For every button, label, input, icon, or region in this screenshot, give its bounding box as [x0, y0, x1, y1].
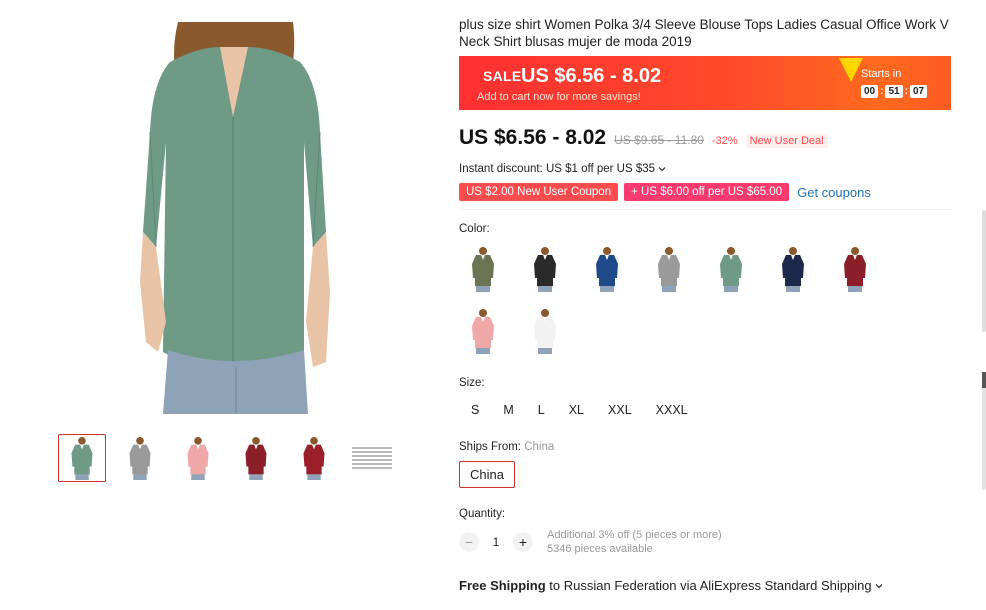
thumbnail-size-chart[interactable]: [348, 434, 396, 482]
thumbnail-image: [303, 436, 325, 480]
sale-flag-icon: [839, 58, 863, 82]
instant-discount-text: Instant discount: US $1 off per US $35: [459, 163, 656, 175]
countdown-minutes: 51: [885, 85, 903, 98]
color-swatch-sage-green[interactable]: [707, 245, 755, 293]
quantity-minus-button[interactable]: −: [459, 532, 479, 552]
thumbnail-sage-green[interactable]: [58, 434, 106, 482]
divider: [459, 209, 951, 210]
ships-from-title: Ships From:: [459, 441, 521, 453]
stock-available-text: 5346 pieces available: [547, 543, 653, 555]
price-row: US $6.56 - 8.02 US $9.65 - 11.80 -32% Ne…: [459, 126, 951, 150]
side-panel-scrollbar[interactable]: [982, 210, 986, 332]
size-option-l[interactable]: L: [536, 401, 547, 419]
store-coupon[interactable]: + US $6.00 off per US $65.00: [624, 183, 790, 201]
swatch-image: [534, 309, 556, 354]
color-swatch-gray[interactable]: [645, 245, 693, 293]
size-option-xxl[interactable]: XXL: [606, 401, 634, 419]
countdown-hours: 00: [861, 85, 879, 98]
color-swatch-pink[interactable]: [459, 307, 507, 355]
size-option-s[interactable]: S: [469, 401, 481, 419]
color-swatch-black[interactable]: [521, 245, 569, 293]
coupon-row: US $2.00 New User Coupon + US $6.00 off …: [459, 183, 951, 201]
size-option-m[interactable]: M: [501, 401, 515, 419]
chevron-down-icon: [875, 584, 883, 589]
product-title: plus size shirt Women Polka 3/4 Sleeve B…: [459, 17, 949, 49]
quantity-value[interactable]: 1: [489, 535, 503, 549]
ships-from-label: Ships From: China: [459, 441, 951, 453]
quantity-plus-button[interactable]: +: [513, 532, 533, 552]
sale-banner: SALE US $6.56 - 8.02 Add to cart now for…: [459, 56, 951, 110]
swatch-image: [596, 247, 618, 292]
swatch-image: [782, 247, 804, 292]
color-swatch-white[interactable]: [521, 307, 569, 355]
shipping-info[interactable]: Free Shipping to Russian Federation via …: [459, 578, 951, 593]
thumbnail-pink[interactable]: [174, 434, 222, 482]
free-shipping-label: Free Shipping: [459, 578, 546, 593]
thumbnail-image: [129, 436, 151, 480]
color-swatch-royal-blue[interactable]: [583, 245, 631, 293]
sale-price: US $6.56 - 8.02: [521, 65, 662, 87]
estimated-delivery-row: [459, 599, 951, 609]
side-panel-scrollbar[interactable]: [982, 372, 986, 490]
color-label: Color:: [459, 223, 490, 235]
countdown-timer: 00 : 51 : 07: [861, 85, 928, 98]
thumbnail-strip: [58, 434, 396, 482]
sale-tag: SALE: [483, 68, 522, 84]
main-product-image[interactable]: [108, 22, 363, 414]
color-swatch-army-green[interactable]: [459, 245, 507, 293]
sale-subtitle: Add to cart now for more savings!: [477, 91, 641, 103]
starts-in-label: Starts in: [861, 68, 902, 80]
size-options: S M L XL XXL XXXL: [459, 401, 951, 419]
swatch-image: [472, 247, 494, 292]
swatch-image: [720, 247, 742, 292]
shipping-destination: to Russian Federation via AliExpress Sta…: [545, 578, 872, 593]
swatch-image: [658, 247, 680, 292]
swatch-image: [472, 309, 494, 354]
quantity-info: Additional 3% off (5 pieces or more) 534…: [547, 528, 722, 556]
ships-from-value: China: [524, 441, 555, 453]
quantity-stepper: − 1 + Additional 3% off (5 pieces or mor…: [459, 528, 951, 556]
thumbnail-wine-red[interactable]: [232, 434, 280, 482]
original-price: US $9.65 - 11.80: [614, 133, 704, 147]
thumbnail-image: [187, 436, 209, 480]
chevron-down-icon: [658, 167, 666, 172]
current-price: US $6.56 - 8.02: [459, 126, 607, 149]
color-swatches: [459, 245, 951, 355]
size-label: Size:: [459, 377, 485, 389]
thumbnail-gray[interactable]: [116, 434, 164, 482]
swatch-image: [534, 247, 556, 292]
size-option-xl[interactable]: XL: [567, 401, 586, 419]
size-option-xxxl[interactable]: XXXL: [654, 401, 690, 419]
thumbnail-image: [71, 436, 93, 480]
new-user-coupon[interactable]: US $2.00 New User Coupon: [459, 183, 619, 201]
thumbnail-red[interactable]: [290, 434, 338, 482]
discount-badge: -32%: [711, 135, 738, 147]
swatch-image: [844, 247, 866, 292]
color-swatch-wine-red[interactable]: [831, 245, 879, 293]
thumbnail-image: [245, 436, 267, 480]
get-coupons-link[interactable]: Get coupons: [797, 185, 871, 200]
bulk-offer-text: Additional 3% off (5 pieces or more): [547, 529, 722, 541]
color-swatch-navy[interactable]: [769, 245, 817, 293]
quantity-label: Quantity:: [459, 508, 506, 520]
instant-discount[interactable]: Instant discount: US $1 off per US $35: [459, 163, 951, 175]
countdown-seconds: 07: [909, 85, 928, 98]
new-user-deal-badge: New User Deal: [745, 134, 828, 148]
product-detail-panel: plus size shirt Women Polka 3/4 Sleeve B…: [459, 16, 951, 609]
ships-from-china-button[interactable]: China: [459, 461, 515, 488]
